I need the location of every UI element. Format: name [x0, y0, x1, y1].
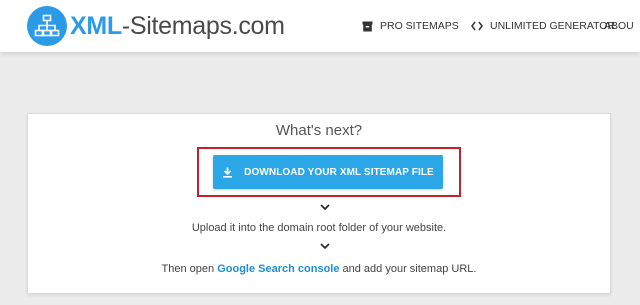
site-header: XML-Sitemaps.com PRO SITEMAPS UNLIMITED …: [0, 0, 640, 52]
logo-domain: -Sitemaps.com: [121, 11, 285, 40]
google-search-console-link[interactable]: Google Search console: [217, 263, 339, 275]
step2-suffix: and add your sitemap URL.: [339, 263, 477, 275]
logo-text: XML-Sitemaps.com: [70, 11, 285, 40]
chevron-down-icon: [320, 243, 330, 250]
logo-xml: XML: [70, 11, 122, 40]
search-console-instruction: Then open Google Search console and add …: [28, 263, 610, 275]
sitemap-logo-icon: [27, 6, 67, 46]
whats-next-card: What's next? DOWNLOAD YOUR XML SITEMAP F…: [27, 113, 611, 294]
download-icon: [222, 167, 233, 178]
nav-unlimited-generator-label: UNLIMITED GENERATOR: [490, 20, 616, 32]
nav-pro-sitemaps[interactable]: PRO SITEMAPS: [362, 0, 459, 52]
download-sitemap-button[interactable]: DOWNLOAD YOUR XML SITEMAP FILE: [213, 155, 443, 189]
whats-next-heading: What's next?: [275, 122, 363, 139]
nav-pro-sitemaps-label: PRO SITEMAPS: [380, 20, 459, 32]
site-logo[interactable]: XML-Sitemaps.com: [27, 6, 285, 46]
nav-about-label: ABOU: [604, 20, 634, 32]
nav-unlimited-generator[interactable]: UNLIMITED GENERATOR: [471, 0, 615, 52]
code-icon: [471, 21, 483, 31]
upload-instruction: Upload it into the domain root folder of…: [191, 222, 447, 234]
box-icon: [362, 21, 373, 32]
download-button-label: DOWNLOAD YOUR XML SITEMAP FILE: [244, 166, 434, 178]
nav-about[interactable]: ABOU: [604, 0, 634, 52]
step2-prefix: Then open: [161, 263, 218, 275]
chevron-down-icon: [320, 204, 330, 211]
